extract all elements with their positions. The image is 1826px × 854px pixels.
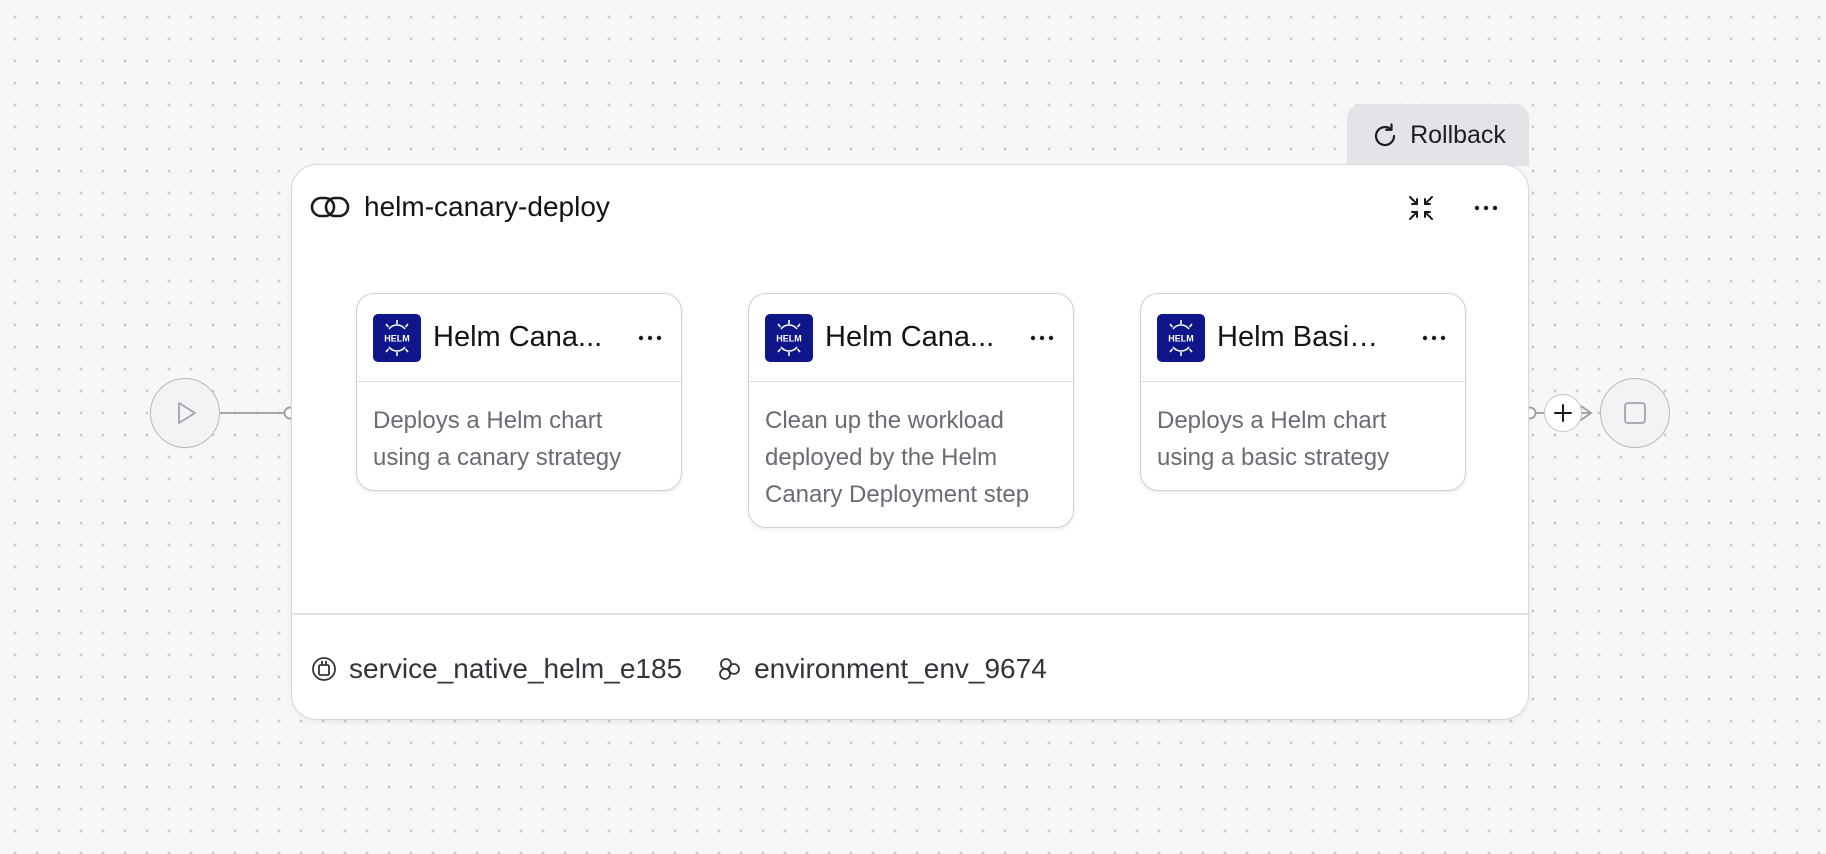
pipeline-start-node[interactable] <box>150 378 220 448</box>
helm-wheel-icon: HELM <box>1168 319 1194 356</box>
stage-more-icon[interactable] <box>1470 192 1502 224</box>
helm-logo: HELM <box>1157 313 1205 362</box>
helm-wheel-icon: HELM <box>776 319 802 356</box>
add-stage-button[interactable] <box>1544 394 1582 432</box>
helm-logo: HELM <box>373 313 421 362</box>
rollback-label: Rollback <box>1410 121 1506 149</box>
step-more-icon[interactable] <box>1027 323 1057 353</box>
service-icon <box>312 657 336 681</box>
step-more-icon[interactable] <box>1419 323 1449 353</box>
svg-text:HELM: HELM <box>384 333 410 343</box>
stage-header: helm-canary-deploy <box>310 187 610 227</box>
service-name: service_native_helm_e185 <box>349 653 683 684</box>
step-description: Clean up the workload deployed by the He… <box>765 407 1030 508</box>
step-header: HELM Helm Basic... <box>1141 294 1465 382</box>
step-title: Helm Basic... <box>1217 321 1387 353</box>
helm-logo: HELM <box>765 313 813 362</box>
step-card[interactable]: HELM Helm Cana... Clean up the workload … <box>748 293 1074 528</box>
svg-text:HELM: HELM <box>1168 333 1194 343</box>
step-description: Deploys a Helm chart using a basic strat… <box>1157 407 1390 471</box>
rollback-tab[interactable]: Rollback <box>1347 104 1529 166</box>
stage-card[interactable]: helm-canary-deploy HELM Helm Cana... Dep… <box>291 164 1529 720</box>
play-icon <box>178 402 196 424</box>
step-more-icon[interactable] <box>635 323 665 353</box>
step-description: Deploys a Helm chart using a canary stra… <box>373 407 622 471</box>
step-header: HELM Helm Cana... <box>357 294 681 382</box>
environment-tag[interactable]: environment_env_9674 <box>714 653 1047 685</box>
link-icon <box>310 196 350 218</box>
pipeline-end-node[interactable] <box>1600 378 1670 448</box>
collapse-icon[interactable] <box>1405 192 1437 224</box>
stage-divider <box>292 613 1528 615</box>
stage-title: helm-canary-deploy <box>364 191 610 222</box>
stage-footer: service_native_helm_e185 environment_env… <box>309 649 1079 689</box>
step-card[interactable]: HELM Helm Cana... Deploys a Helm chart u… <box>356 293 682 491</box>
helm-wheel-icon: HELM <box>384 319 410 356</box>
step-title: Helm Cana... <box>433 321 603 353</box>
environment-icon <box>719 658 741 680</box>
step-header: HELM Helm Cana... <box>749 294 1073 382</box>
svg-text:HELM: HELM <box>776 333 802 343</box>
refresh-icon <box>1374 123 1396 147</box>
stop-icon <box>1624 402 1646 424</box>
step-title: Helm Cana... <box>825 321 995 353</box>
service-tag[interactable]: service_native_helm_e185 <box>309 653 682 685</box>
environment-name: environment_env_9674 <box>754 653 1047 684</box>
step-card[interactable]: HELM Helm Basic... Deploys a Helm chart … <box>1140 293 1466 491</box>
plus-icon <box>1554 404 1572 422</box>
